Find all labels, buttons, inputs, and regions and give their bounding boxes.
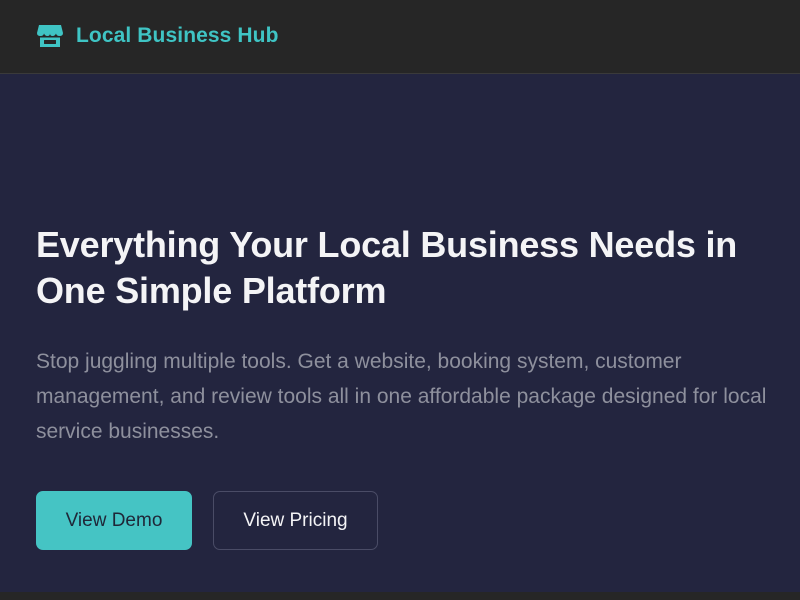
store-icon (36, 23, 64, 49)
brand-name: Local Business Hub (76, 24, 279, 47)
hero-section: Everything Your Local Business Needs in … (0, 74, 800, 600)
top-navigation-bar: Local Business Hub (0, 0, 800, 74)
view-demo-button[interactable]: View Demo (36, 491, 192, 550)
brand-logo-link[interactable]: Local Business Hub (36, 23, 279, 49)
next-section-edge (0, 592, 800, 600)
view-pricing-button[interactable]: View Pricing (213, 491, 378, 550)
hero-title: Everything Your Local Business Needs in … (36, 224, 738, 311)
hero-subtitle: Stop juggling multiple tools. Get a webs… (36, 350, 767, 443)
